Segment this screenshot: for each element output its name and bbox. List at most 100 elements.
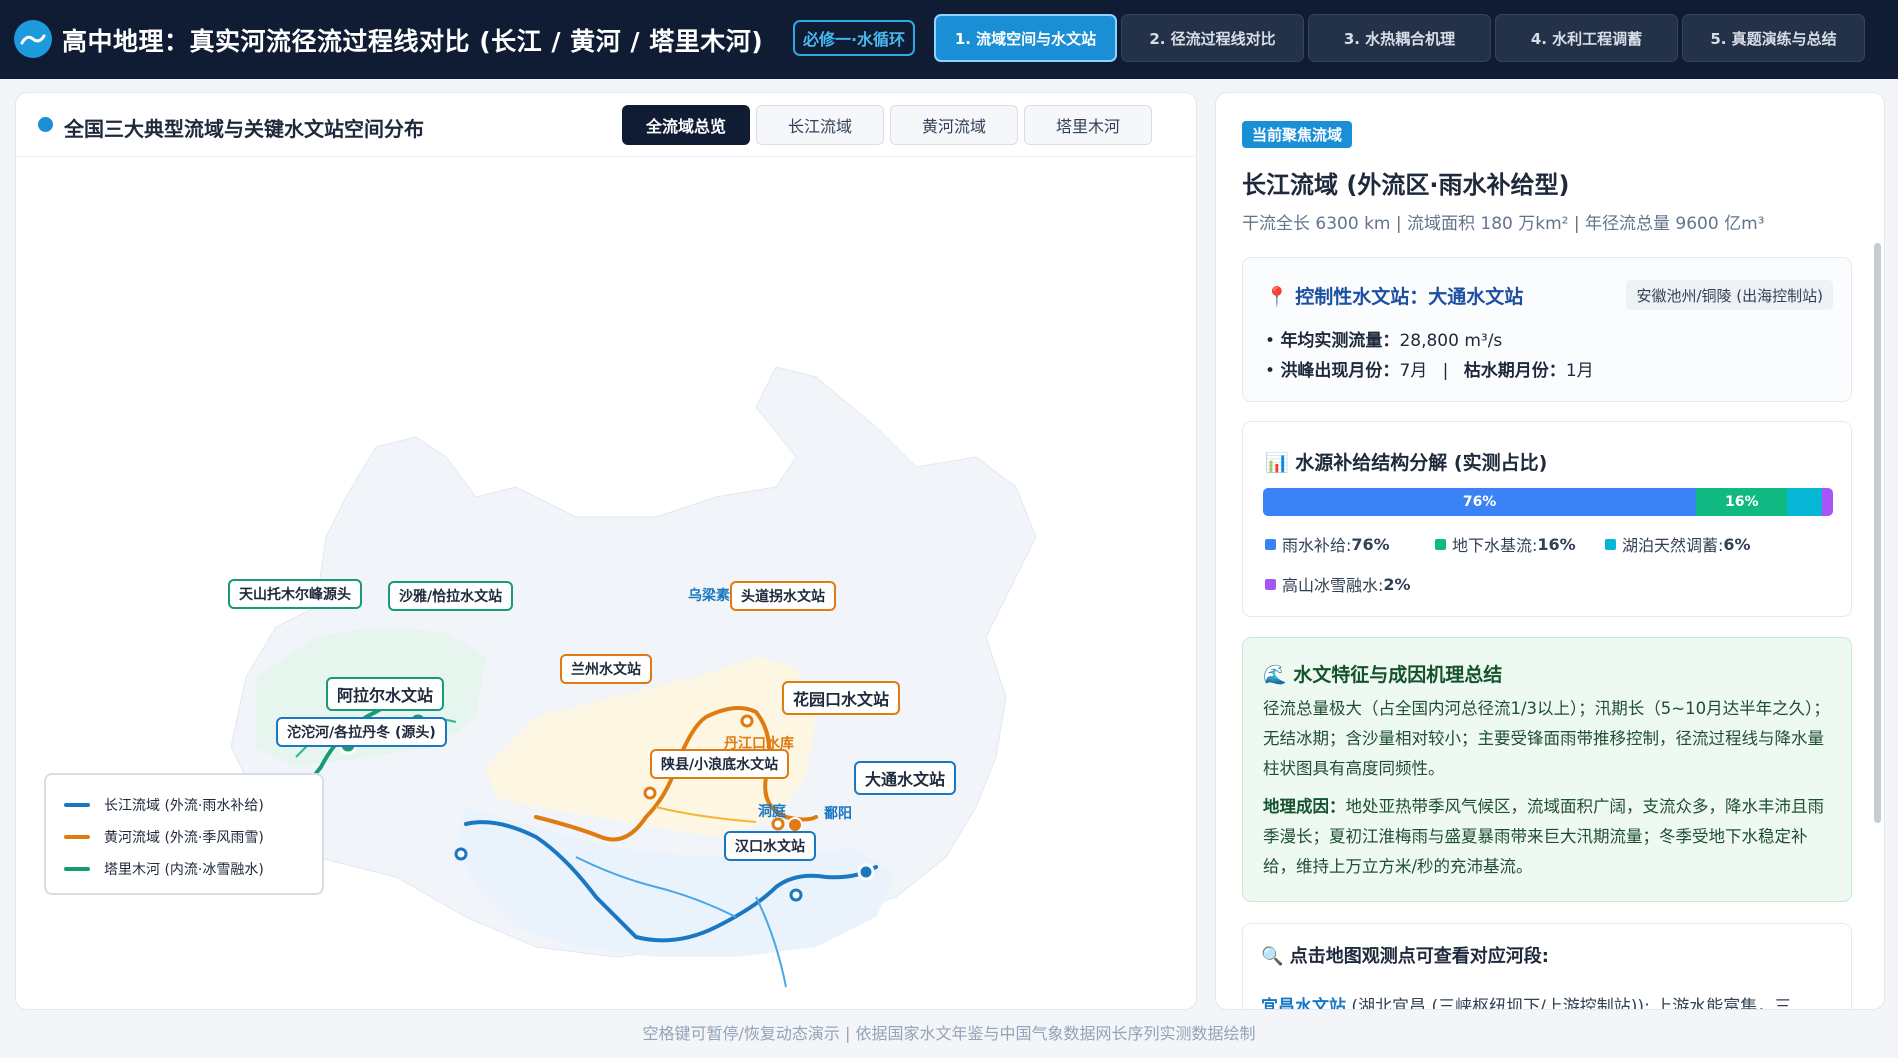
label-lanzhou-station[interactable]: 兰州水文站 [560,654,652,684]
legend-tarim-label: 塔里木河 (内流·冰雪融水) [104,862,264,878]
text-poyang: 鄱阳 [824,806,852,822]
module-badge: 必修一·水循环 [793,20,915,56]
bar-seg-groundwater: 16% [1696,488,1788,516]
legend-lake-label: 湖泊天然调蓄: [1622,536,1724,555]
legend-yangtze-label: 长江流域 (外流·雨水补给) [104,798,264,814]
label-datong-station[interactable]: 大通水文站 [854,761,957,795]
station-location-badge: 安徽池州/铜陵 (出海控制站) [1626,280,1833,310]
click-hint-title-text: 点击地图观测点可查看对应河段: [1289,946,1549,967]
basin-stats: 干流全长 6300 km | 流域面积 180 万km² | 年径流总量 960… [1242,214,1765,234]
legend-yellow-swatch [64,835,90,839]
tab-hydrothermal[interactable]: 3. 水热耦合机理 [1308,14,1491,62]
legend-rain-label: 雨水补给: [1282,536,1352,555]
src-legend-lake: 湖泊天然调蓄: 6% [1605,532,1751,556]
legend-yangtze: 长江流域 (外流·雨水补给) [64,789,322,821]
map-legend: 长江流域 (外流·雨水补给) 黄河流域 (外流·季风雨雪) 塔里木河 (内流·冰… [44,773,324,895]
station-point-toudaoguai [740,714,754,728]
bar-seg-lake [1787,488,1822,516]
legend-yellow: 黄河流域 (外流·季风雨雪) [64,821,322,853]
legend-rain-swatch [1265,538,1276,550]
flow-value: 28,800 m³/s [1399,331,1503,351]
detail-panel: 当前聚焦流域 长江流域 (外流区·雨水补给型) 干流全长 6300 km | 流… [1215,92,1885,1010]
station-card: 📍 控制性水文站：大通水文站 安徽池州/铜陵 (出海控制站) • 年均实测流量：… [1242,257,1852,402]
text-wuliangsu: 乌梁素 [688,588,730,604]
station-point-lanzhou [643,786,657,800]
legend-rain-value: 76% [1351,534,1390,554]
click-hint-card: 🔍 点击地图观测点可查看对应河段: 宜昌水文站 (湖北宜昌 (三峡枢纽坝下/上游… [1242,923,1852,1010]
flow-label: 年均实测流量： [1280,331,1400,351]
src-legend-rain: 雨水补给: 76% [1265,532,1390,556]
magnifier-icon: 🔍 [1261,946,1284,967]
label-hankou-station[interactable]: 汉口水文站 [724,831,816,861]
station-point-tuotuo [454,847,468,861]
summary-paragraph-2: 地理成因：地处亚热带季风气候区，流域面积广阔，支流众多，降水丰沛且雨季漫长；夏初… [1263,792,1833,882]
peak-label: 洪峰出现月份： [1280,361,1400,381]
basin-name: 长江流域 (外流区·雨水补给型) [1242,171,1570,199]
src-legend-glacier: 高山冰雪融水: 2% [1265,572,1411,596]
tab-runoff[interactable]: 2. 径流过程线对比 [1121,14,1304,62]
click-station-link[interactable]: 宜昌水文站 [1261,997,1346,1009]
station-title: 📍 控制性水文站：大通水文站 [1265,282,1523,309]
legend-tarim-swatch [64,867,90,871]
legend-tarim: 塔里木河 (内流·冰雪融水) [64,853,322,885]
legend-glacier-swatch [1265,578,1276,590]
label-tuotuo-source[interactable]: 沱沱河/各拉丹冬 (源头) [276,717,447,747]
tab-spatial[interactable]: 1. 流域空间与水文站 [934,14,1117,62]
tab-exam-review[interactable]: 5. 真题演练与总结 [1682,14,1865,62]
wave-icon: 🌊 [1263,664,1287,686]
bar-seg-rain: 76% [1263,488,1697,516]
source-stacked-bar: 76% 16% [1263,488,1833,516]
low-value: 1月 [1565,361,1594,381]
source-card: 📊 水源补给结构分解 (实测占比) 76% 16% 雨水补给: 76% 地下水基… [1242,421,1852,617]
map-panel: 全国三大典型流域与关键水文站空间分布 全流域总览 长江流域 黄河流域 塔里木河 [15,92,1197,1010]
label-tianshan-source[interactable]: 天山托木尔峰源头 [228,579,362,609]
summary-cause-text: 地处亚热带季风气候区，流域面积广阔，支流众多，降水丰沛且雨季漫长；夏初江淮梅雨与… [1263,797,1824,876]
legend-yangtze-swatch [64,803,90,807]
label-toudaoguai-station[interactable]: 头道拐水文站 [730,581,836,611]
summary-paragraph-1: 径流总量极大（占全国内河总径流1/3以上）；汛期长（5~10月达半年之久）；无结… [1263,699,1830,778]
low-label: 枯水期月份： [1463,361,1566,381]
legend-glacier-label: 高山冰雪融水: [1282,576,1384,595]
source-title-text: 水源补给结构分解 (实测占比) [1295,452,1548,474]
text-dongting: 洞庭 [758,804,786,820]
wave-logo-icon [14,20,52,58]
summary-cause-label: 地理成因： [1263,797,1346,816]
src-legend-groundwater: 地下水基流: 16% [1435,532,1576,556]
peak-value: 7月 [1399,361,1428,381]
legend-glacier-value: 2% [1383,574,1411,594]
label-huayuankou-station[interactable]: 花园口水文站 [782,681,901,715]
click-station-desc: (湖北宜昌 (三峡枢纽坝下/上游控制站)): 上游水能富集，三 [1346,997,1792,1010]
station-point-datong [857,863,875,881]
map-title: 全国三大典型流域与关键水文站空间分布 [64,117,424,141]
bar-seg-glacier [1821,488,1833,516]
map-header: 全国三大典型流域与关键水文站空间分布 全流域总览 长江流域 黄河流域 塔里木河 [16,93,1196,157]
summary-card: 🌊 水文特征与成因机理总结 径流总量极大（占全国内河总径流1/3以上）；汛期长（… [1242,637,1852,902]
summary-title: 🌊 水文特征与成因机理总结 [1263,660,1502,687]
legend-lake-value: 6% [1723,534,1751,554]
peak-separator: | [1442,361,1449,381]
bar-chart-icon: 📊 [1265,452,1289,474]
focus-badge: 当前聚焦流域 [1242,121,1353,148]
summary-title-text: 水文特征与成因机理总结 [1293,664,1503,686]
legend-groundwater-swatch [1435,538,1446,550]
map-tab-overview[interactable]: 全流域总览 [622,105,750,145]
pin-icon: 📍 [1265,286,1289,308]
label-shanxian-station[interactable]: 陕县/小浪底水文站 [650,749,790,779]
detail-scrollbar[interactable] [1874,243,1881,823]
map-tab-tarim[interactable]: 塔里木河 [1024,105,1152,145]
station-point-hankou [789,888,803,902]
label-alar-station[interactable]: 阿拉尔水文站 [326,677,445,711]
tab-water-projects[interactable]: 4. 水利工程调蓄 [1495,14,1678,62]
station-peak-line: • 洪峰出现月份：7月 | 枯水期月份：1月 [1265,361,1594,381]
map-tab-yangtze[interactable]: 长江流域 [756,105,884,145]
station-title-text: 控制性水文站：大通水文站 [1295,286,1524,308]
click-station-line: 宜昌水文站 (湖北宜昌 (三峡枢纽坝下/上游控制站)): 上游水能富集，三 [1261,992,1792,1010]
footer-note: 空格键可暂停/恢复动态演示 | 依据国家水文年鉴与中国气象数据网长序列实测数据绘… [642,1024,1256,1043]
app-title: 高中地理：真实河流径流过程线对比 (长江 / 黄河 / 塔里木河) [62,27,764,56]
legend-groundwater-label: 地下水基流: [1452,536,1538,555]
legend-yellow-label: 黄河流域 (外流·季风雨雪) [104,830,264,846]
map-tab-yellow[interactable]: 黄河流域 [890,105,1018,145]
source-title: 📊 水源补给结构分解 (实测占比) [1265,448,1547,475]
station-flow-line: • 年均实测流量：28,800 m³/s [1265,331,1503,351]
label-shaya-station[interactable]: 沙雅/恰拉水文站 [388,581,514,611]
